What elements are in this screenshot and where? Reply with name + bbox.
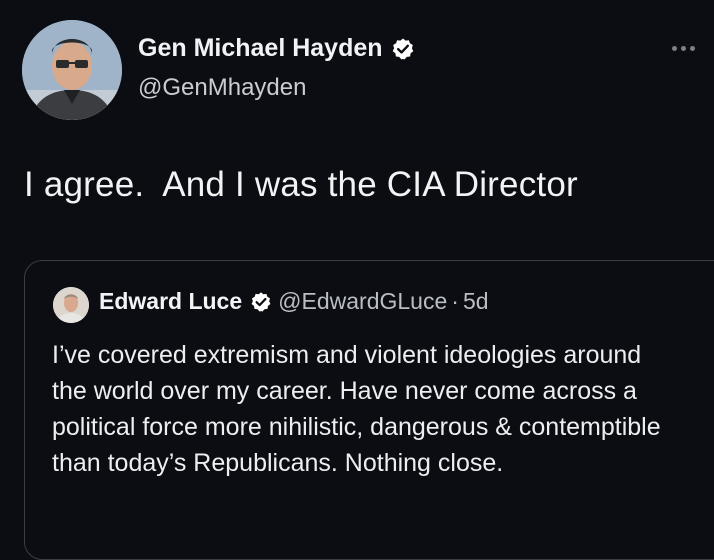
tweet-text: I agree. And I was the CIA Director — [24, 165, 578, 204]
quoted-tweet-text: I’ve covered extremism and violent ideol… — [52, 341, 661, 477]
author-name[interactable]: Gen Michael Hayden — [138, 34, 415, 63]
verified-badge-icon — [391, 37, 415, 61]
more-options-icon[interactable] — [672, 36, 712, 60]
quoted-author-avatar[interactable] — [53, 287, 89, 323]
verified-badge-icon — [250, 291, 272, 313]
quoted-author-name[interactable]: Edward Luce — [99, 288, 242, 315]
author-name-text[interactable]: Gen Michael Hayden — [138, 34, 383, 63]
quoted-tweet[interactable]: Edward Luce @EdwardGLuce · 5d I’ve cover… — [24, 260, 714, 560]
separator-dot: · — [451, 288, 459, 314]
tweet-card: Gen Michael Hayden @GenMhayden I agree. … — [0, 0, 714, 560]
quoted-tweet-header: Edward Luce @EdwardGLuce · 5d — [99, 288, 489, 315]
quoted-author-handle[interactable]: @EdwardGLuce — [278, 288, 447, 315]
quoted-tweet-time[interactable]: 5d — [463, 288, 489, 315]
author-avatar[interactable] — [22, 20, 122, 120]
author-handle[interactable]: @GenMhayden — [138, 74, 306, 102]
